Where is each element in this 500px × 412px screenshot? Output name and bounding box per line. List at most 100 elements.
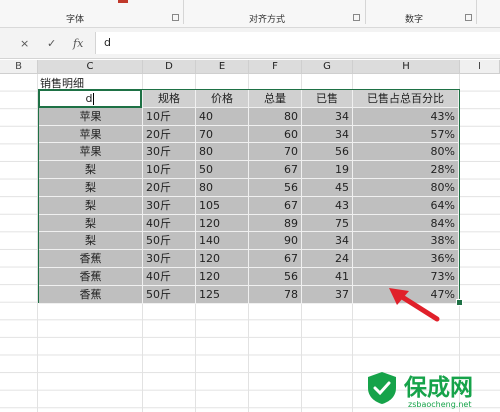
table-cell-price[interactable]: 50 [196, 161, 249, 179]
table-cell-price[interactable]: 80 [196, 179, 249, 197]
table-cell-pct[interactable]: 80% [353, 179, 459, 197]
table-cell-sold[interactable]: 19 [302, 161, 353, 179]
table-cell-spec[interactable]: 40斤 [143, 268, 196, 286]
watermark-url: zsbaocheng.net [408, 400, 472, 409]
table-cell-price[interactable]: 125 [196, 285, 249, 304]
column-header-e[interactable]: E [196, 60, 249, 74]
number-dialog-launcher-icon[interactable] [465, 14, 472, 21]
table-cell-pct[interactable]: 64% [353, 196, 459, 215]
table-cell-price[interactable]: 140 [196, 232, 249, 251]
table-cell-pct[interactable]: 84% [353, 214, 459, 233]
table-row: 梨 20斤 80 56 45 80% [39, 179, 459, 197]
table-cell-pct[interactable]: 38% [353, 232, 459, 251]
table-cell-sold[interactable]: 43 [302, 196, 353, 215]
table-cell-name[interactable]: 梨 [39, 196, 143, 215]
data-table[interactable]: d 规格 价格 总量 已售 已售占总百分比 苹果10斤40803443%苹果20… [38, 89, 460, 304]
table-cell-name[interactable]: 苹果 [39, 125, 143, 144]
formula-input-value: d [104, 36, 111, 49]
table-cell-sold[interactable]: 37 [302, 285, 353, 304]
table-cell-total[interactable]: 90 [249, 232, 302, 251]
table-cell-spec[interactable]: 20斤 [143, 179, 196, 197]
confirm-icon[interactable]: ✓ [47, 37, 56, 50]
cancel-icon[interactable]: × [20, 37, 29, 50]
fill-handle[interactable] [456, 299, 463, 306]
table-cell-sold[interactable]: 75 [302, 214, 353, 233]
column-header-g[interactable]: G [302, 60, 353, 74]
table-cell-total[interactable]: 80 [249, 107, 302, 126]
table-cell-pct[interactable]: 36% [353, 250, 459, 268]
table-cell-total[interactable]: 67 [249, 196, 302, 215]
table-cell-price[interactable]: 40 [196, 107, 249, 126]
annotation-arrow-icon [389, 288, 440, 322]
table-cell-name[interactable]: 香蕉 [39, 250, 143, 268]
table-cell-spec[interactable]: 30斤 [143, 143, 196, 162]
alignment-dialog-launcher-icon[interactable] [353, 14, 360, 21]
table-cell-spec[interactable]: 10斤 [143, 161, 196, 179]
table-cell-pct[interactable]: 73% [353, 268, 459, 286]
table-cell-spec[interactable]: 40斤 [143, 214, 196, 233]
table-cell-name[interactable]: 梨 [39, 161, 143, 179]
table-cell-sold[interactable]: 34 [302, 125, 353, 144]
table-cell-name[interactable]: 梨 [39, 214, 143, 233]
table-cell-total[interactable]: 60 [249, 125, 302, 144]
table-row: 香蕉 30斤 120 67 24 36% [39, 250, 459, 268]
table-cell-name[interactable]: 苹果 [39, 143, 143, 162]
table-cell-total[interactable]: 56 [249, 268, 302, 286]
table-cell-total[interactable]: 56 [249, 179, 302, 197]
table-cell-sold[interactable]: 34 [302, 107, 353, 126]
table-cell-price[interactable]: 120 [196, 214, 249, 233]
column-header-h[interactable]: H [353, 60, 460, 74]
table-cell-price[interactable]: 120 [196, 268, 249, 286]
header-cell[interactable]: 已售 [302, 90, 353, 108]
active-cell-value: d [85, 92, 93, 105]
table-cell-total[interactable]: 70 [249, 143, 302, 162]
table-cell-name[interactable]: 苹果 [39, 107, 143, 126]
table-cell-name[interactable]: 香蕉 [39, 268, 143, 286]
active-cell-editor[interactable]: d [38, 89, 142, 108]
table-row: 梨 50斤 140 90 34 38% [39, 232, 459, 251]
table-cell-sold[interactable]: 24 [302, 250, 353, 268]
insert-function-icon[interactable]: fx [73, 37, 83, 50]
header-cell[interactable]: 规格 [143, 90, 196, 108]
font-dialog-launcher-icon[interactable] [172, 14, 179, 21]
column-header-f[interactable]: F [249, 60, 302, 74]
table-cell-total[interactable]: 89 [249, 214, 302, 233]
table-cell-total[interactable]: 67 [249, 250, 302, 268]
table-cell-spec[interactable]: 30斤 [143, 250, 196, 268]
font-color-swatch[interactable] [118, 0, 128, 3]
table-cell-price[interactable]: 105 [196, 196, 249, 215]
table-cell-total[interactable]: 67 [249, 161, 302, 179]
table-cell-pct[interactable]: 57% [353, 125, 459, 144]
table-cell-sold[interactable]: 41 [302, 268, 353, 286]
table-cell-sold[interactable]: 34 [302, 232, 353, 251]
table-cell-spec[interactable]: 50斤 [143, 285, 196, 304]
column-header-c[interactable]: C [38, 60, 143, 74]
column-header-i[interactable]: I [460, 60, 500, 74]
table-cell-sold[interactable]: 45 [302, 179, 353, 197]
table-cell-sold[interactable]: 56 [302, 143, 353, 162]
table-cell-name[interactable]: 香蕉 [39, 285, 143, 304]
ribbon-separator [476, 0, 477, 24]
table-cell-price[interactable]: 70 [196, 125, 249, 144]
table-row: 苹果 20斤 70 60 34 57% [39, 125, 459, 144]
table-cell-pct[interactable]: 28% [353, 161, 459, 179]
table-cell-name[interactable]: 梨 [39, 179, 143, 197]
table-row: 苹果 10斤 40 80 34 43% [39, 107, 459, 126]
formula-input[interactable]: d [95, 32, 500, 54]
column-header-d[interactable]: D [143, 60, 196, 74]
ribbon-separator [183, 0, 184, 24]
table-cell-pct[interactable]: 43% [353, 107, 459, 126]
table-cell-pct[interactable]: 80% [353, 143, 459, 162]
table-cell-spec[interactable]: 10斤 [143, 107, 196, 126]
column-header-b[interactable]: B [0, 60, 38, 74]
header-cell[interactable]: 价格 [196, 90, 249, 108]
table-cell-spec[interactable]: 50斤 [143, 232, 196, 251]
table-cell-total[interactable]: 78 [249, 285, 302, 304]
table-cell-price[interactable]: 80 [196, 143, 249, 162]
table-cell-spec[interactable]: 30斤 [143, 196, 196, 215]
header-cell[interactable]: 总量 [249, 90, 302, 108]
header-cell[interactable]: 已售占总百分比 [353, 90, 459, 108]
table-cell-spec[interactable]: 20斤 [143, 125, 196, 144]
table-cell-price[interactable]: 120 [196, 250, 249, 268]
table-cell-name[interactable]: 梨 [39, 232, 143, 251]
